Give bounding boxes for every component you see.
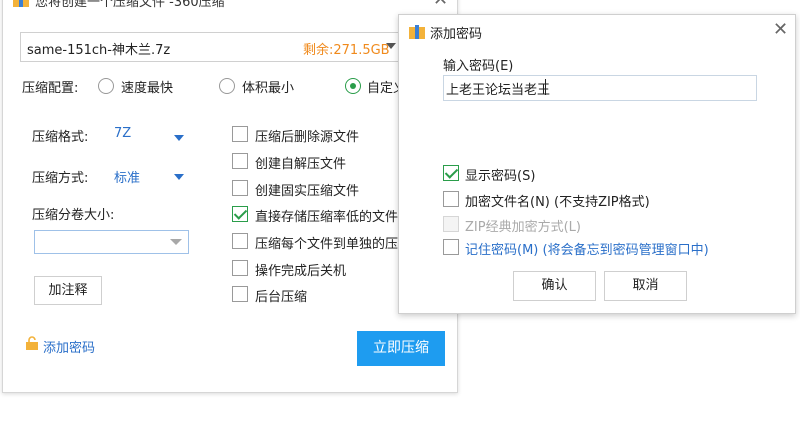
config-label: 压缩配置: — [22, 81, 79, 96]
checkbox-self-extract[interactable] — [232, 153, 248, 169]
checkbox-shutdown-label: 操作完成后关机 — [255, 264, 347, 279]
titlebar: 您将创建一个压缩文件 -360压缩 ✕ — [3, 0, 457, 13]
method-label: 压缩方式: — [32, 171, 89, 186]
radio-custom[interactable] — [345, 78, 361, 94]
app-icon — [13, 0, 29, 7]
radio-fastest[interactable] — [98, 78, 114, 94]
window-title: 您将创建一个压缩文件 -360压缩 — [35, 0, 225, 10]
radio-smallest-label: 体积最小 — [242, 81, 295, 96]
checkbox-show-password[interactable] — [443, 165, 459, 181]
chevron-down-icon[interactable] — [174, 135, 184, 141]
checkbox-store-low-ratio[interactable] — [232, 206, 248, 222]
checkbox-encrypt-filenames-label: 加密文件名(N) (不支持ZIP格式) — [465, 195, 650, 210]
add-password-dialog: 添加密码 ✕ 输入密码(E) 上老王论坛当老王 显示密码(S) 加密文件名(N)… — [398, 14, 796, 314]
checkbox-delete-source-label: 压缩后删除源文件 — [255, 130, 360, 145]
radio-smallest[interactable] — [219, 78, 235, 94]
split-size-label: 压缩分卷大小: — [32, 208, 115, 223]
checkbox-zip-classic — [443, 216, 459, 232]
create-archive-window: 您将创建一个压缩文件 -360压缩 ✕ same-151ch-神木兰.7z 剩余… — [2, 0, 458, 393]
split-size-select[interactable] — [34, 230, 189, 254]
chevron-down-icon[interactable] — [386, 43, 396, 49]
checkbox-background-label: 后台压缩 — [255, 290, 308, 305]
radio-fastest-label: 速度最快 — [121, 81, 174, 96]
checkbox-solid[interactable] — [232, 180, 248, 196]
dialog-title: 添加密码 — [430, 27, 483, 42]
checkbox-self-extract-label: 创建自解压文件 — [255, 157, 347, 172]
close-icon[interactable]: ✕ — [433, 0, 448, 10]
close-icon[interactable]: ✕ — [773, 19, 788, 40]
password-label: 输入密码(E) — [443, 59, 514, 74]
checkbox-store-low-ratio-label: 直接存储压缩率低的文件 — [255, 210, 399, 225]
text-caret — [545, 79, 546, 95]
archive-name-field[interactable]: same-151ch-神木兰.7z 剩余:271.5GB — [20, 32, 406, 62]
checkbox-shutdown[interactable] — [232, 260, 248, 276]
cancel-button[interactable]: 取消 — [604, 271, 687, 301]
dialog-titlebar: 添加密码 ✕ — [399, 15, 795, 47]
checkbox-solid-label: 创建固实压缩文件 — [255, 184, 360, 199]
chevron-down-icon[interactable] — [174, 174, 184, 180]
checkbox-zip-classic-label: ZIP经典加密方式(L) — [465, 220, 581, 235]
format-select[interactable]: 7Z — [114, 126, 131, 141]
password-input[interactable]: 上老王论坛当老王 — [443, 75, 757, 101]
checkbox-each-file-label: 压缩每个文件到单独的压缩 — [255, 237, 412, 252]
password-value: 上老王论坛当老王 — [446, 83, 551, 98]
chevron-down-icon[interactable] — [170, 239, 182, 245]
checkbox-encrypt-filenames[interactable] — [443, 191, 459, 207]
lock-icon — [26, 336, 38, 350]
compress-now-button[interactable]: 立即压缩 — [357, 331, 445, 366]
add-password-link[interactable]: 添加密码 — [43, 337, 95, 356]
checkbox-remember-password-label[interactable]: 记住密码(M) (将会备忘到密码管理窗口中) — [465, 239, 709, 258]
archive-name-value: same-151ch-神木兰.7z — [27, 43, 171, 58]
method-select[interactable]: 标准 — [114, 167, 140, 186]
app-icon — [409, 25, 425, 39]
confirm-button[interactable]: 确认 — [513, 271, 596, 301]
checkbox-delete-source[interactable] — [232, 126, 248, 142]
format-label: 压缩格式: — [32, 130, 89, 145]
checkbox-background[interactable] — [232, 286, 248, 302]
checkbox-show-password-label: 显示密码(S) — [465, 169, 536, 184]
free-space-label: 剩余:271.5GB — [303, 43, 390, 58]
checkbox-each-file[interactable] — [232, 233, 248, 249]
add-comment-button[interactable]: 加注释 — [34, 276, 102, 305]
checkbox-remember-password[interactable] — [443, 239, 459, 255]
